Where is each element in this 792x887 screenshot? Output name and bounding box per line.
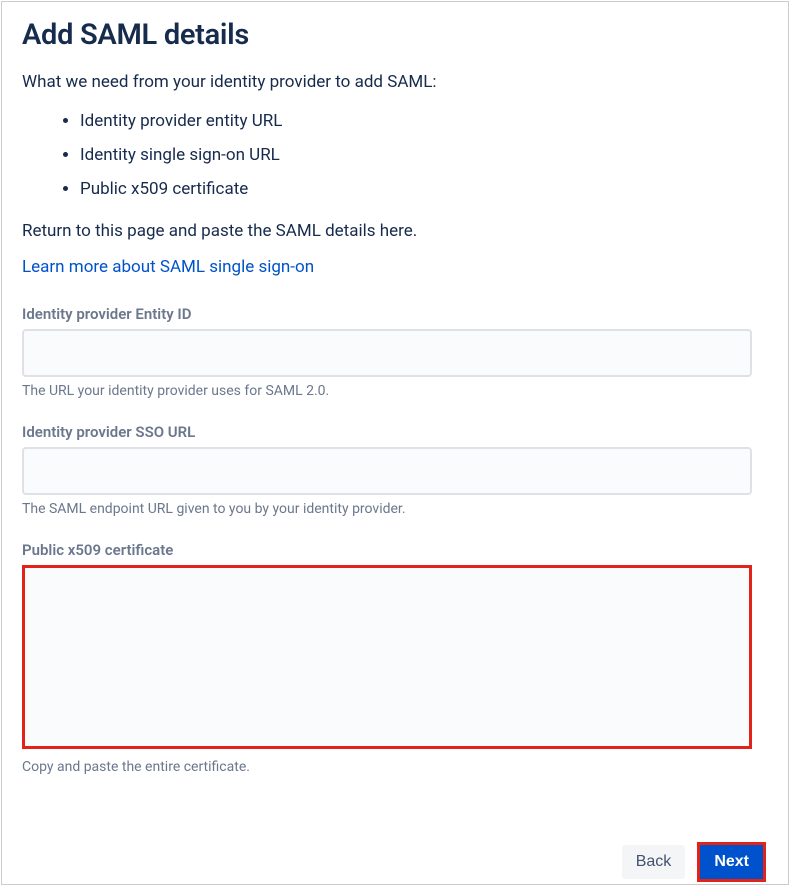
requirements-list: Identity provider entity URL Identity si… [22, 110, 768, 201]
sso-url-input[interactable] [22, 447, 752, 495]
sso-url-field-group: Identity provider SSO URL The SAML endpo… [22, 423, 768, 517]
entity-id-help: The URL your identity provider uses for … [22, 383, 768, 399]
intro-text: What we need from your identity provider… [22, 72, 768, 92]
certificate-field-group: Public x509 certificate Copy and paste t… [22, 541, 768, 775]
next-button[interactable]: Next [700, 845, 763, 879]
back-button[interactable]: Back [622, 845, 686, 879]
button-row: Back Next [622, 842, 766, 882]
next-button-highlight: Next [697, 842, 766, 882]
entity-id-input[interactable] [22, 329, 752, 377]
entity-id-field-group: Identity provider Entity ID The URL your… [22, 305, 768, 399]
list-item: Public x509 certificate [80, 178, 768, 202]
return-instruction: Return to this page and paste the SAML d… [22, 221, 768, 241]
sso-url-label: Identity provider SSO URL [22, 423, 768, 441]
saml-details-panel: Add SAML details What we need from your … [1, 1, 789, 885]
list-item: Identity provider entity URL [80, 110, 768, 134]
learn-more-link[interactable]: Learn more about SAML single sign-on [22, 257, 314, 277]
entity-id-label: Identity provider Entity ID [22, 305, 768, 323]
list-item: Identity single sign-on URL [80, 144, 768, 168]
sso-url-help: The SAML endpoint URL given to you by yo… [22, 501, 768, 517]
certificate-label: Public x509 certificate [22, 541, 768, 559]
page-title: Add SAML details [22, 18, 768, 52]
certificate-textarea[interactable] [22, 565, 752, 749]
certificate-help: Copy and paste the entire certificate. [22, 759, 768, 775]
